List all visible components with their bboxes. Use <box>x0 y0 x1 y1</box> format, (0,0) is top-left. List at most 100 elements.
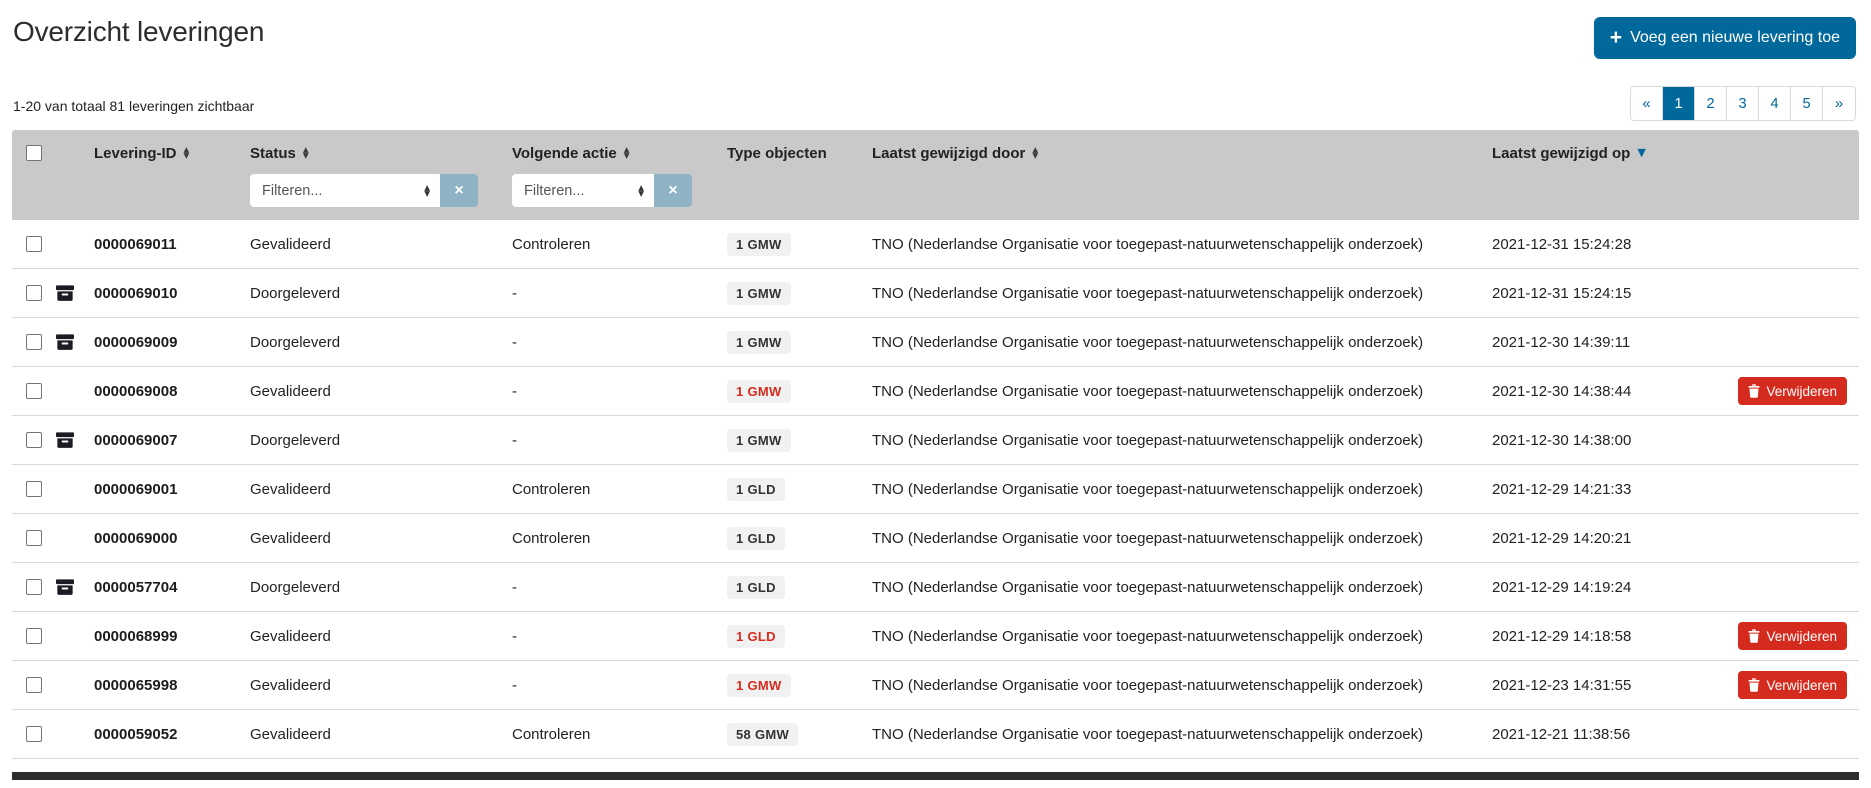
volgende-actie: - <box>512 432 727 449</box>
laatst-gewijzigd-door: TNO (Nederlandse Organisatie voor toegep… <box>872 481 1492 498</box>
verwijderen-label: Verwijderen <box>1766 629 1837 644</box>
laatst-gewijzigd-door: TNO (Nederlandse Organisatie voor toegep… <box>872 285 1492 302</box>
row-checkbox[interactable] <box>26 677 42 693</box>
row-checkbox[interactable] <box>26 236 42 252</box>
laatst-gewijzigd-op: 2021-12-31 15:24:28 <box>1492 236 1680 253</box>
laatst-gewijzigd-door: TNO (Nederlandse Organisatie voor toegep… <box>872 383 1492 400</box>
sort-icon: ▲▼ <box>624 147 630 159</box>
row-checkbox[interactable] <box>26 334 42 350</box>
column-header-volgende-actie[interactable]: Volgende actie ▲▼ <box>512 145 727 162</box>
table-row: 0000059052 Gevalideerd Controleren 58 GM… <box>12 710 1859 759</box>
table-row: 0000069010 Doorgeleverd - 1 GMW TNO (Ned… <box>12 269 1859 318</box>
row-checkbox[interactable] <box>26 530 42 546</box>
pagination-page-4[interactable]: 4 <box>1759 87 1791 120</box>
select-all-checkbox[interactable] <box>26 145 42 161</box>
pagination-page-2[interactable]: 2 <box>1695 87 1727 120</box>
verwijderen-label: Verwijderen <box>1766 678 1837 693</box>
status: Gevalideerd <box>250 236 512 253</box>
column-header-laatst-gewijzigd-op[interactable]: Laatst gewijzigd op ▼ <box>1492 145 1680 162</box>
select-arrows-icon: ▲▼ <box>638 185 644 197</box>
laatst-gewijzigd-op: 2021-12-30 14:38:00 <box>1492 432 1680 449</box>
laatst-gewijzigd-door: TNO (Nederlandse Organisatie voor toegep… <box>872 677 1492 694</box>
verwijderen-label: Verwijderen <box>1766 384 1837 399</box>
status: Gevalideerd <box>250 628 512 645</box>
table-row: 0000069007 Doorgeleverd - 1 GMW TNO (Ned… <box>12 416 1859 465</box>
verwijderen-button[interactable]: Verwijderen <box>1738 622 1847 650</box>
volgende-actie: - <box>512 285 727 302</box>
pagination-next-button[interactable]: » <box>1823 87 1855 120</box>
row-checkbox[interactable] <box>26 628 42 644</box>
status: Doorgeleverd <box>250 432 512 449</box>
laatst-gewijzigd-op: 2021-12-29 14:21:33 <box>1492 481 1680 498</box>
pagination: « 1 2 3 4 5 » <box>1630 86 1856 121</box>
row-checkbox[interactable] <box>26 726 42 742</box>
table-body: 0000069011 Gevalideerd Controleren 1 GMW… <box>12 220 1859 759</box>
add-levering-button-label: Voeg een nieuwe levering toe <box>1630 29 1840 47</box>
laatst-gewijzigd-door: TNO (Nederlandse Organisatie voor toegep… <box>872 628 1492 645</box>
pagination-page-5[interactable]: 5 <box>1791 87 1823 120</box>
volgende-actie-filter-clear-button[interactable]: × <box>654 174 692 207</box>
laatst-gewijzigd-op: 2021-12-29 14:18:58 <box>1492 628 1680 645</box>
pagination-page-3[interactable]: 3 <box>1727 87 1759 120</box>
pagination-page-1[interactable]: 1 <box>1663 87 1695 120</box>
row-checkbox[interactable] <box>26 285 42 301</box>
volgende-actie: Controleren <box>512 236 727 253</box>
status-filter-clear-button[interactable]: × <box>440 174 478 207</box>
status: Doorgeleverd <box>250 579 512 596</box>
verwijderen-button[interactable]: Verwijderen <box>1738 671 1847 699</box>
laatst-gewijzigd-door: TNO (Nederlandse Organisatie voor toegep… <box>872 726 1492 743</box>
trash-icon <box>1748 629 1760 643</box>
volgende-actie: - <box>512 334 727 351</box>
laatst-gewijzigd-door: TNO (Nederlandse Organisatie voor toegep… <box>872 530 1492 547</box>
volgende-actie: - <box>512 383 727 400</box>
verwijderen-button[interactable]: Verwijderen <box>1738 377 1847 405</box>
status: Doorgeleverd <box>250 285 512 302</box>
laatst-gewijzigd-op: 2021-12-29 14:20:21 <box>1492 530 1680 547</box>
levering-id: 0000069009 <box>94 334 250 351</box>
levering-id: 0000068999 <box>94 628 250 645</box>
trash-icon <box>1748 678 1760 692</box>
levering-id: 0000069008 <box>94 383 250 400</box>
sort-icon: ▲▼ <box>1032 147 1038 159</box>
type-objecten-badge: 1 GMW <box>727 282 791 305</box>
type-objecten-badge: 1 GMW <box>727 380 791 403</box>
row-checkbox[interactable] <box>26 383 42 399</box>
table-row: 0000069011 Gevalideerd Controleren 1 GMW… <box>12 220 1859 269</box>
status: Gevalideerd <box>250 383 512 400</box>
laatst-gewijzigd-op: 2021-12-29 14:19:24 <box>1492 579 1680 596</box>
archive-icon <box>56 431 74 449</box>
type-objecten-badge: 58 GMW <box>727 723 798 746</box>
laatst-gewijzigd-door: TNO (Nederlandse Organisatie voor toegep… <box>872 334 1492 351</box>
table-row: 0000057704 Doorgeleverd - 1 GLD TNO (Ned… <box>12 563 1859 612</box>
status: Gevalideerd <box>250 726 512 743</box>
column-header-laatst-gewijzigd-door[interactable]: Laatst gewijzigd door ▲▼ <box>872 145 1492 162</box>
table-bottom-divider <box>12 772 1859 780</box>
column-header-levering-id[interactable]: Levering-ID ▲▼ <box>94 145 250 162</box>
type-objecten-badge: 1 GMW <box>727 429 791 452</box>
volgende-actie: Controleren <box>512 726 727 743</box>
type-objecten-badge: 1 GLD <box>727 576 785 599</box>
table-row: 0000069008 Gevalideerd - 1 GMW TNO (Nede… <box>12 367 1859 416</box>
status: Gevalideerd <box>250 481 512 498</box>
volgende-actie: - <box>512 628 727 645</box>
status-filter-select[interactable]: Filteren... ▲▼ <box>250 174 440 207</box>
volgende-actie-filter-select[interactable]: Filteren... ▲▼ <box>512 174 654 207</box>
row-checkbox[interactable] <box>26 432 42 448</box>
row-checkbox[interactable] <box>26 579 42 595</box>
archive-icon <box>56 333 74 351</box>
laatst-gewijzigd-op: 2021-12-23 14:31:55 <box>1492 677 1680 694</box>
table-row: 0000068999 Gevalideerd - 1 GLD TNO (Nede… <box>12 612 1859 661</box>
type-objecten-badge: 1 GLD <box>727 527 785 550</box>
status: Gevalideerd <box>250 530 512 547</box>
sort-icon: ▲▼ <box>184 147 190 159</box>
trash-icon <box>1748 384 1760 398</box>
type-objecten-badge: 1 GLD <box>727 625 785 648</box>
laatst-gewijzigd-op: 2021-12-21 11:38:56 <box>1492 726 1680 743</box>
pagination-prev-button[interactable]: « <box>1631 87 1663 120</box>
type-objecten-badge: 1 GLD <box>727 478 785 501</box>
column-header-status[interactable]: Status ▲▼ <box>250 145 512 162</box>
levering-id: 0000065998 <box>94 677 250 694</box>
row-checkbox[interactable] <box>26 481 42 497</box>
laatst-gewijzigd-op: 2021-12-31 15:24:15 <box>1492 285 1680 302</box>
add-levering-button[interactable]: + Voeg een nieuwe levering toe <box>1594 17 1856 59</box>
